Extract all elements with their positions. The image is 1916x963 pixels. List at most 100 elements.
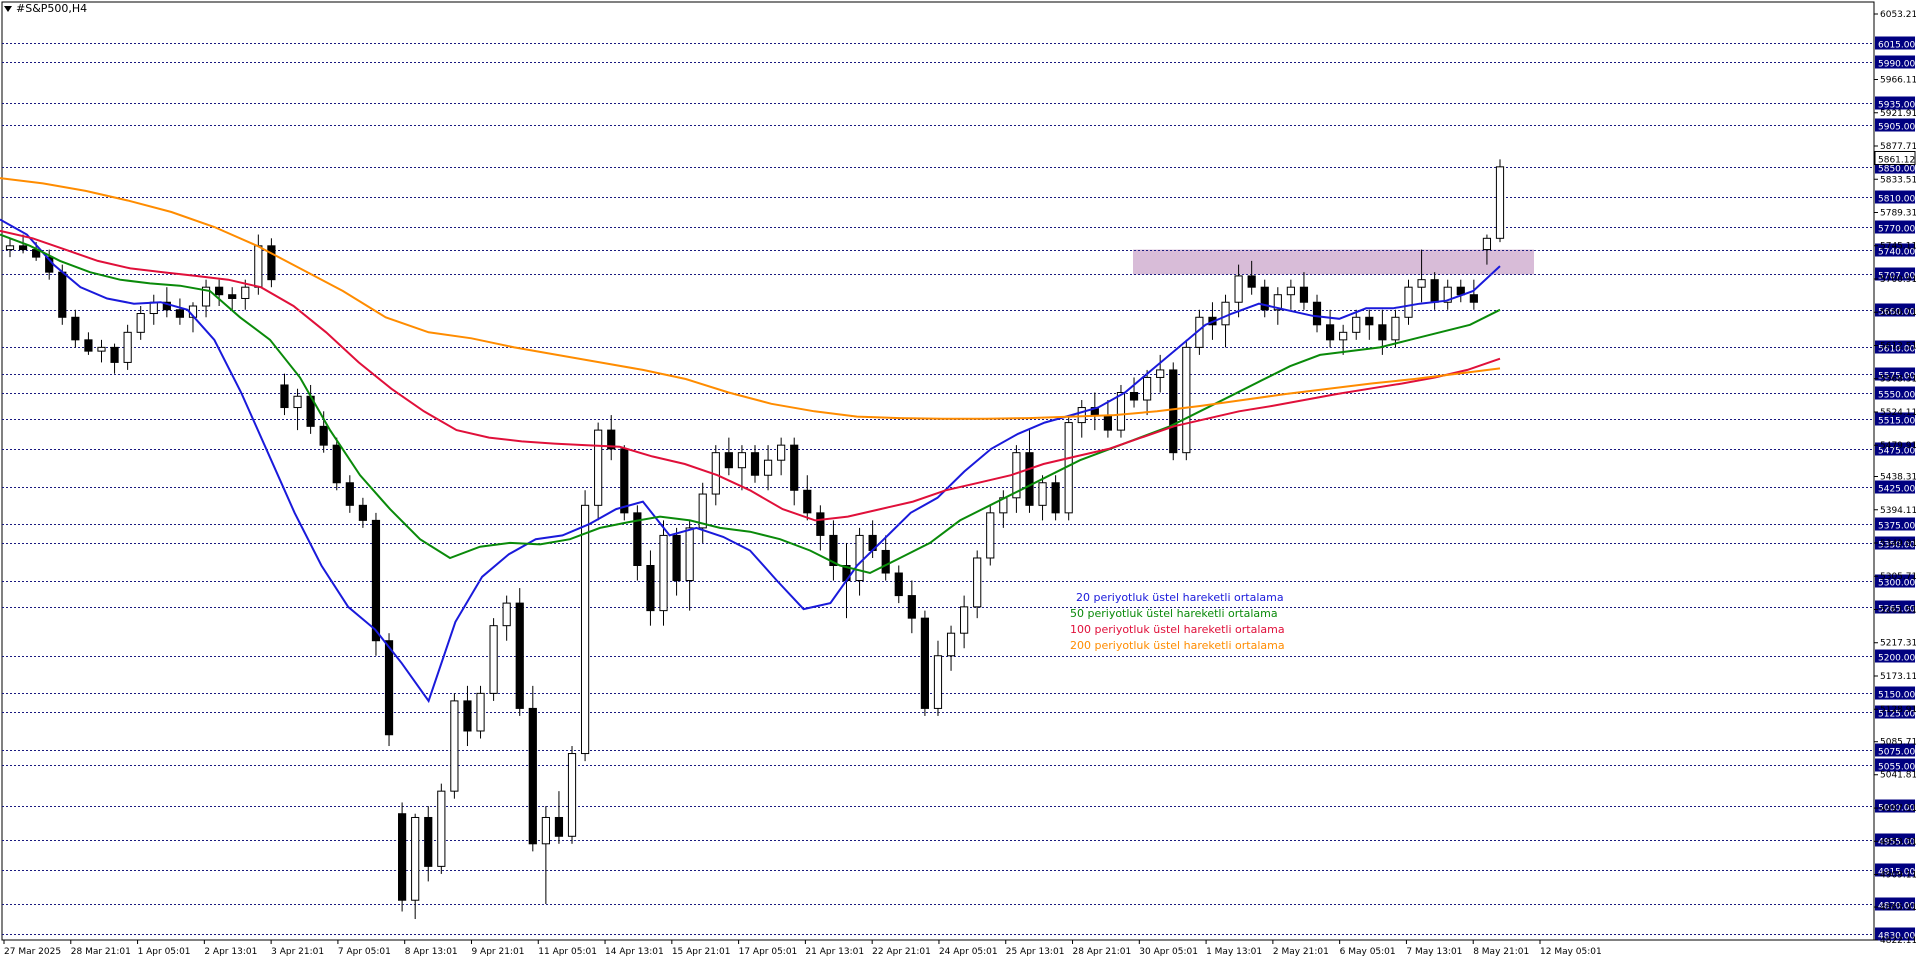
y-tick-label: 4997.51 xyxy=(1880,804,1916,814)
candle-body xyxy=(110,346,119,363)
level-label: 5770.00 xyxy=(1878,225,1915,235)
candle-body xyxy=(1482,237,1492,251)
candle-body xyxy=(1156,369,1165,378)
candle-body xyxy=(646,565,655,612)
candle-body xyxy=(1495,166,1505,239)
y-tick-label: 5921.91 xyxy=(1880,109,1916,119)
candle-body xyxy=(881,549,890,574)
candle-body xyxy=(215,286,224,296)
candle-body xyxy=(894,572,903,597)
x-tick-label: 30 Apr 05:01 xyxy=(1139,947,1198,957)
legend-entry: 50 periyotluk üstel hareketli ortalama xyxy=(1070,607,1278,620)
x-tick-label: 25 Apr 13:01 xyxy=(1006,947,1065,957)
candle-body xyxy=(1038,482,1047,506)
x-tick-label: 11 Apr 05:01 xyxy=(538,947,597,957)
candle-body xyxy=(1143,376,1152,401)
x-tick-label: 22 Apr 21:01 xyxy=(872,947,931,957)
candle-body xyxy=(1077,407,1086,424)
level-label: 5075.00 xyxy=(1878,748,1915,758)
candle-body xyxy=(345,482,354,506)
x-tick-label: 8 May 21:01 xyxy=(1473,947,1529,957)
candle-body xyxy=(763,459,773,476)
candle-body xyxy=(515,602,524,709)
y-tick-label: 5745.11 xyxy=(1880,242,1916,252)
x-tick-label: 3 Apr 21:01 xyxy=(271,947,324,957)
candle-body xyxy=(672,534,681,582)
candle-body xyxy=(1417,279,1426,288)
candle-body xyxy=(790,444,799,491)
candle-body xyxy=(1469,294,1478,303)
candle-body xyxy=(411,816,420,901)
y-tick-label: 5305.71 xyxy=(1880,572,1916,582)
candle-body xyxy=(946,632,956,657)
level-label: 5990.00 xyxy=(1878,60,1915,70)
level-label: 5850.00 xyxy=(1878,165,1915,175)
x-tick-label: 15 Apr 21:01 xyxy=(672,947,731,957)
candle-body xyxy=(1025,452,1034,506)
y-tick-label: 5789.31 xyxy=(1880,208,1916,218)
symbol-title-text: #S&P500,H4 xyxy=(16,2,88,15)
level-label: 6015.00 xyxy=(1878,41,1915,51)
level-label: 5150.00 xyxy=(1878,691,1915,701)
y-tick-label: 4909.11 xyxy=(1880,871,1916,881)
x-tick-label: 8 Apr 13:01 xyxy=(405,947,458,957)
chart-frame[interactable]: 6015.00 5990.00 5935.00 5905.00 5850.00 5810.… xyxy=(0,0,1916,963)
y-tick-label: 5349.91 xyxy=(1880,539,1916,549)
candle-body xyxy=(777,444,786,461)
y-tick-label: 5833.51 xyxy=(1880,175,1916,185)
candle-body xyxy=(1286,286,1295,296)
x-tick-label: 14 Apr 13:01 xyxy=(605,947,664,957)
candle-body xyxy=(907,595,916,619)
candle-body xyxy=(1339,331,1348,341)
price-chart[interactable]: 6015.005990.005935.005905.005850.005810.… xyxy=(0,0,1916,963)
candle-body xyxy=(973,557,982,608)
candle-body xyxy=(986,512,995,559)
candle-body xyxy=(1430,279,1439,303)
resistance-zone xyxy=(1133,249,1534,275)
level-label: 5515.00 xyxy=(1878,417,1915,427)
candle-body xyxy=(724,452,733,469)
candle-body xyxy=(816,512,825,536)
y-tick-label: 5438.31 xyxy=(1880,473,1916,483)
candle-body xyxy=(84,339,93,352)
x-tick-label: 6 May 05:01 xyxy=(1340,947,1396,957)
candle-body xyxy=(241,286,250,299)
candle-body xyxy=(280,384,289,409)
y-tick-label: 4953.31 xyxy=(1880,837,1916,847)
y-tick-label: 5041.81 xyxy=(1880,771,1916,781)
y-tick-label: 5085.71 xyxy=(1880,738,1916,748)
legend-entry: 20 periyotluk üstel hareketli ortalama xyxy=(1076,591,1284,604)
candle-body xyxy=(1391,316,1400,341)
x-tick-label: 7 Apr 05:01 xyxy=(338,947,391,957)
y-tick-label: 5656.71 xyxy=(1880,308,1916,318)
candle-body xyxy=(1365,316,1374,326)
candle-body xyxy=(960,606,969,634)
level-label: 5550.00 xyxy=(1878,391,1915,401)
current-price-label: 5861.12 xyxy=(1878,155,1915,165)
candle-body xyxy=(1182,346,1191,454)
candle-body xyxy=(384,640,394,736)
candle-body xyxy=(228,294,237,299)
candle-body xyxy=(528,707,537,845)
candle-body xyxy=(58,271,67,318)
candle-body xyxy=(580,504,590,755)
dropdown-triangle-icon[interactable] xyxy=(4,5,12,12)
candle-body xyxy=(97,346,106,352)
level-label: 5905.00 xyxy=(1878,123,1915,133)
x-tick-label: 27 Mar 2025 xyxy=(4,947,61,957)
candle-body xyxy=(1404,286,1413,318)
candle-body xyxy=(1299,286,1309,303)
x-tick-label: 1 May 13:01 xyxy=(1206,947,1262,957)
candle-body xyxy=(450,700,459,792)
y-tick-label: 5568.31 xyxy=(1880,375,1916,385)
candle-body xyxy=(855,534,864,582)
y-tick-label: 5128.91 xyxy=(1880,705,1916,715)
candle-body xyxy=(437,790,446,867)
candle-body xyxy=(319,425,328,446)
candle-body xyxy=(371,519,381,642)
x-tick-label: 12 May 05:01 xyxy=(1540,947,1602,957)
candle-body xyxy=(398,813,407,901)
candle-body xyxy=(293,395,302,409)
x-tick-label: 21 Apr 13:01 xyxy=(805,947,864,957)
x-tick-label: 9 Apr 21:01 xyxy=(471,947,524,957)
